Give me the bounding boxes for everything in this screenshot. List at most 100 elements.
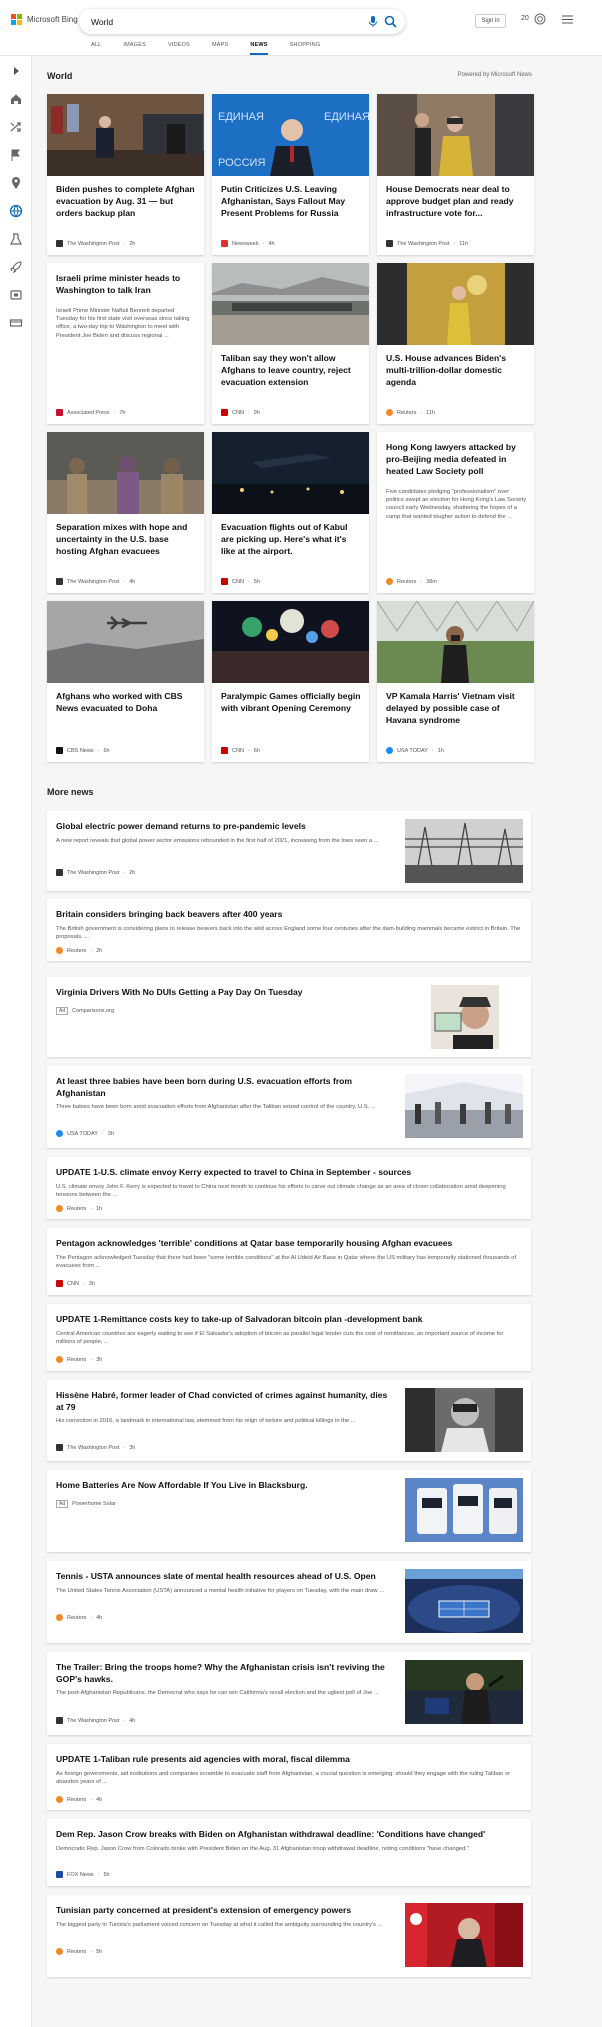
- expand-arrow-icon[interactable]: [9, 64, 23, 78]
- item-title[interactable]: UPDATE 1-U.S. climate envoy Kerry expect…: [56, 1166, 411, 1178]
- list-item[interactable]: UPDATE 1-U.S. climate envoy Kerry expect…: [47, 1157, 531, 1219]
- list-item[interactable]: Global electric power demand returns to …: [47, 811, 531, 891]
- item-title[interactable]: Pentagon acknowledges 'terrible' conditi…: [56, 1237, 452, 1249]
- card-title[interactable]: Taliban say they won't allow Afghans to …: [221, 352, 361, 388]
- item-title[interactable]: UPDATE 1-Remittance costs key to take-up…: [56, 1313, 423, 1325]
- news-card[interactable]: Evacuation flights out of Kabul are pick…: [212, 432, 369, 593]
- svg-text:ЕДИНАЯ: ЕДИНАЯ: [218, 111, 264, 123]
- news-card[interactable]: Paralympic Games officially begin with v…: [212, 601, 369, 762]
- item-title[interactable]: Dem Rep. Jason Crow breaks with Biden on…: [56, 1828, 485, 1840]
- item-title[interactable]: Tunisian party concerned at president's …: [56, 1904, 396, 1916]
- news-card[interactable]: Israeli prime minister heads to Washingt…: [47, 263, 204, 424]
- item-title[interactable]: Virginia Drivers With No DUIs Getting a …: [56, 986, 303, 998]
- card-title[interactable]: Evacuation flights out of Kabul are pick…: [221, 521, 361, 557]
- bing-logo[interactable]: Microsoft Bing: [11, 14, 78, 25]
- news-card[interactable]: Afghans who worked with CBS News evacuat…: [47, 601, 204, 762]
- rewards-points[interactable]: 20: [521, 15, 529, 22]
- rewards-medal-icon[interactable]: [534, 12, 546, 26]
- hamburger-menu-icon[interactable]: [562, 15, 573, 24]
- card-source: The Washington Post · 11h: [386, 240, 468, 247]
- item-title[interactable]: Hissène Habré, former leader of Chad con…: [56, 1389, 396, 1413]
- card-source: The Washington Post · 2h: [56, 240, 135, 247]
- home-icon[interactable]: [9, 92, 23, 106]
- card-title[interactable]: VP Kamala Harris' Vietnam visit delayed …: [386, 690, 526, 726]
- list-item[interactable]: Hissène Habré, former leader of Chad con…: [47, 1380, 531, 1461]
- card-title[interactable]: Hong Kong lawyers attacked by pro-Beijin…: [386, 441, 526, 477]
- shuffle-icon[interactable]: [9, 120, 23, 134]
- location-pin-icon[interactable]: [9, 176, 23, 190]
- news-card[interactable]: U.S. House advances Biden's multi-trilli…: [377, 263, 534, 424]
- globe-icon[interactable]: [9, 204, 23, 218]
- card-title[interactable]: Afghans who worked with CBS News evacuat…: [56, 690, 196, 714]
- list-item[interactable]: UPDATE 1-Remittance costs key to take-up…: [47, 1304, 531, 1371]
- tab-shopping[interactable]: SHOPPING: [290, 42, 321, 56]
- tab-maps[interactable]: MAPS: [212, 42, 228, 56]
- list-item[interactable]: At least three babies have been born dur…: [47, 1066, 531, 1148]
- rocket-icon[interactable]: [9, 260, 23, 274]
- item-title[interactable]: UPDATE 1-Taliban rule presents aid agenc…: [56, 1753, 350, 1765]
- news-card[interactable]: Taliban say they won't allow Afghans to …: [212, 263, 369, 424]
- cnn-icon: [221, 578, 228, 585]
- search-icon[interactable]: [384, 15, 397, 28]
- news-card[interactable]: ЕДИНАЯ ЕДИНАЯ РОССИЯ Putin Criticizes U.S.…: [212, 94, 369, 255]
- card-source: CBS News · 6h: [56, 747, 110, 754]
- list-item[interactable]: Dem Rep. Jason Crow breaks with Biden on…: [47, 1819, 531, 1886]
- flag-icon[interactable]: [9, 148, 23, 162]
- habre-portrait-thumbnail: [405, 1388, 523, 1452]
- card-abstract: Israeli Prime Minister Naftali Bennett d…: [56, 308, 190, 339]
- item-abstract: The post-Afghanistan Republicans, the De…: [56, 1690, 379, 1696]
- card-title[interactable]: Biden pushes to complete Afghan evacuati…: [56, 183, 196, 219]
- card-title[interactable]: Israeli prime minister heads to Washingt…: [56, 272, 196, 296]
- us-base-evacuees-photo: [47, 432, 204, 514]
- left-rail: [0, 56, 32, 2027]
- news-card[interactable]: Separation mixes with hope and uncertain…: [47, 432, 204, 593]
- microphone-icon[interactable]: [367, 15, 379, 28]
- card-title[interactable]: House Democrats near deal to approve bud…: [386, 183, 526, 219]
- search-box[interactable]: [79, 9, 405, 34]
- list-item[interactable]: Britain considers bringing back beavers …: [47, 899, 531, 961]
- usa-today-icon: [56, 1130, 63, 1137]
- tab-videos[interactable]: VIDEOS: [168, 42, 190, 56]
- item-title[interactable]: Global electric power demand returns to …: [56, 820, 406, 832]
- item-title[interactable]: Tennis - USTA announces slate of mental …: [56, 1570, 396, 1582]
- news-card[interactable]: Biden pushes to complete Afghan evacuati…: [47, 94, 204, 255]
- evacuees-terminal-thumbnail: [405, 1074, 523, 1138]
- sign-in-button[interactable]: Sign in: [475, 14, 506, 28]
- money-icon[interactable]: [9, 316, 23, 330]
- list-item[interactable]: Tennis - USTA announces slate of mental …: [47, 1561, 531, 1643]
- svg-text:РОССИЯ: РОССИЯ: [218, 157, 265, 169]
- list-item[interactable]: UPDATE 1-Taliban rule presents aid agenc…: [47, 1744, 531, 1810]
- item-title[interactable]: Home Batteries Are Now Affordable If You…: [56, 1479, 308, 1491]
- item-abstract: The United States Tennis Association (US…: [56, 1588, 385, 1594]
- kabul-airport-crowd-photo: [212, 263, 369, 345]
- search-input[interactable]: [91, 14, 331, 29]
- card-title[interactable]: Putin Criticizes U.S. Leaving Afghanista…: [221, 183, 361, 219]
- search-tabs: ALL IMAGES VIDEOS MAPS NEWS SHOPPING: [91, 42, 342, 56]
- card-title[interactable]: Paralympic Games officially begin with v…: [221, 690, 361, 714]
- item-abstract: A new report reveals that global power s…: [56, 838, 379, 844]
- card-title[interactable]: Separation mixes with hope and uncertain…: [56, 521, 196, 557]
- news-card[interactable]: Hong Kong lawyers attacked by pro-Beijin…: [377, 432, 534, 593]
- power-lines-thumbnail: [405, 819, 523, 883]
- list-item[interactable]: The Trailer: Bring the troops home? Why …: [47, 1652, 531, 1735]
- ad-item[interactable]: Home Batteries Are Now Affordable If You…: [47, 1470, 531, 1552]
- list-item[interactable]: Pentagon acknowledges 'terrible' conditi…: [47, 1228, 531, 1295]
- news-card[interactable]: VP Kamala Harris' Vietnam visit delayed …: [377, 601, 534, 762]
- tab-news[interactable]: NEWS: [250, 42, 268, 56]
- card-abstract: Five candidates pledging "professionalis…: [386, 489, 526, 520]
- item-title[interactable]: Britain considers bringing back beavers …: [56, 908, 282, 920]
- news-card[interactable]: House Democrats near deal to approve bud…: [377, 94, 534, 255]
- card-title[interactable]: U.S. House advances Biden's multi-trilli…: [386, 352, 526, 388]
- tab-all[interactable]: ALL: [91, 42, 101, 56]
- putin-podium-photo: ЕДИНАЯ ЕДИНАЯ РОССИЯ: [212, 94, 369, 176]
- tab-images[interactable]: IMAGES: [123, 42, 146, 56]
- kabul-night-flight-photo: [212, 432, 369, 514]
- ad-item[interactable]: Virginia Drivers With No DUIs Getting a …: [47, 977, 531, 1057]
- card-source: Reuters · 38m: [386, 578, 437, 585]
- science-icon[interactable]: [9, 232, 23, 246]
- tv-icon[interactable]: [9, 288, 23, 302]
- card-source: CNN · 9h: [221, 409, 260, 416]
- item-title[interactable]: At least three babies have been born dur…: [56, 1075, 396, 1099]
- item-title[interactable]: The Trailer: Bring the troops home? Why …: [56, 1661, 396, 1685]
- list-item[interactable]: Tunisian party concerned at president's …: [47, 1895, 531, 1977]
